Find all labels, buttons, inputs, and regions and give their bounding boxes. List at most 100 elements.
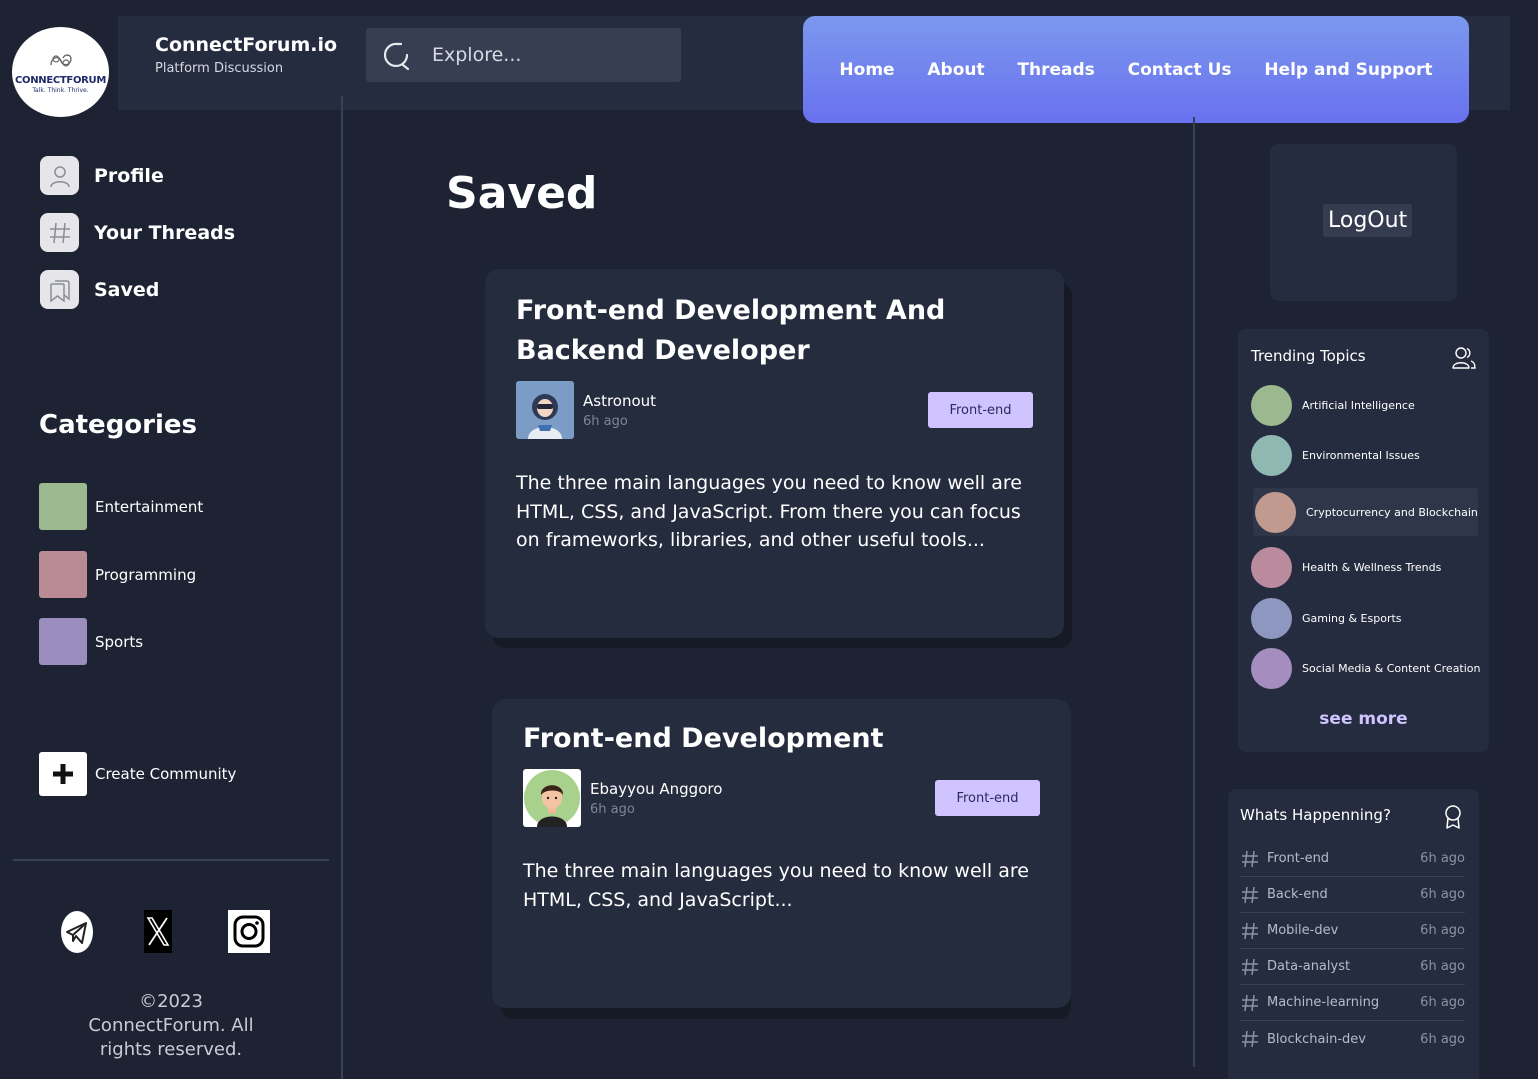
users-icon <box>1452 347 1476 369</box>
topic-avatar <box>1251 385 1292 426</box>
category-swatch <box>39 483 87 530</box>
happening-time: 6h ago <box>1420 1031 1465 1047</box>
happening-item[interactable]: Front-end 6h ago <box>1240 841 1465 877</box>
telegram-icon[interactable] <box>60 910 94 958</box>
hash-icon <box>1242 1030 1258 1048</box>
topic-item[interactable]: Environmental Issues <box>1251 435 1476 476</box>
topic-item[interactable]: Social Media & Content Creation <box>1251 648 1481 689</box>
topic-label: Social Media & Content Creation <box>1302 662 1481 675</box>
category-label: Entertainment <box>95 497 204 516</box>
brand-name[interactable]: ConnectForum.io <box>155 34 337 56</box>
happening-item[interactable]: Mobile-dev 6h ago <box>1240 913 1465 949</box>
nav-home[interactable]: Home <box>839 60 894 80</box>
hash-icon <box>1242 994 1258 1011</box>
topic-item[interactable]: Cryptocurrency and Blockchain <box>1253 488 1478 536</box>
category-swatch <box>39 618 87 665</box>
nav-threads[interactable]: Threads <box>1017 60 1094 80</box>
category-label: Sports <box>95 632 144 651</box>
happening-label: Data-analyst <box>1267 959 1351 974</box>
sidebar-item-profile[interactable]: Profile <box>40 156 164 195</box>
happening-time: 6h ago <box>1420 923 1465 938</box>
right-divider <box>1193 117 1195 1067</box>
topic-label: Cryptocurrency and Blockchain <box>1306 505 1478 519</box>
post-time: 6h ago <box>590 801 635 817</box>
logout-button[interactable]: LogOut <box>1323 204 1413 237</box>
sidebar-item-label: Profile <box>94 164 164 187</box>
hash-icon <box>1242 850 1258 867</box>
copyright: ©2023 ConnectForum. All rights reserved. <box>88 991 254 1060</box>
sidebar-item-label: Saved <box>94 278 160 301</box>
topic-item[interactable]: Artificial Intelligence <box>1251 385 1476 426</box>
logo-name: CONNECTFORUM <box>14 74 107 86</box>
bookmark-icon <box>40 270 79 309</box>
happening-label: Front-end <box>1267 851 1330 866</box>
happening-item[interactable]: Back-end 6h ago <box>1240 877 1465 913</box>
topic-label: Gaming & Esports <box>1302 612 1402 625</box>
happening-label: Back-end <box>1267 887 1328 902</box>
happening-label: Blockchain-dev <box>1267 1031 1366 1047</box>
sidebar-divider <box>13 859 329 861</box>
nav-contact-us[interactable]: Contact Us <box>1128 60 1232 80</box>
avatar[interactable] <box>523 769 581 827</box>
topic-item[interactable]: Health & Wellness Trends <box>1251 547 1476 588</box>
hash-icon <box>1242 958 1258 975</box>
main-nav: Home About Threads Contact Us Help and S… <box>803 16 1469 123</box>
logo-tagline: Talk. Think. Thrive. <box>32 86 89 94</box>
tag-badge[interactable]: Front-end <box>928 392 1033 428</box>
saved-post-card[interactable]: Front-end Development Ebayyou Anggoro 6h… <box>492 699 1071 1008</box>
author-name[interactable]: Astronout <box>583 392 656 410</box>
whats-happening-panel: Whats Happenning? Front-end 6h ago Back-… <box>1228 789 1479 1079</box>
post-excerpt: The three main languages you need to kno… <box>516 472 1022 551</box>
category-programming[interactable]: Programming <box>39 551 196 598</box>
topic-label: Health & Wellness Trends <box>1302 561 1442 574</box>
post-time: 6h ago <box>583 413 628 429</box>
categories-title: Categories <box>39 410 198 440</box>
hash-icon <box>1242 886 1258 903</box>
sidebar-item-your-threads[interactable]: Your Threads <box>40 213 235 252</box>
create-community-button[interactable]: Create Community <box>39 752 236 796</box>
nav-about[interactable]: About <box>927 60 984 80</box>
category-swatch <box>39 551 87 598</box>
nav-help-and-support[interactable]: Help and Support <box>1264 60 1432 80</box>
topic-avatar <box>1251 435 1292 476</box>
happening-time: 6h ago <box>1420 887 1465 902</box>
hash-icon <box>40 213 79 252</box>
post-title[interactable]: Front-end Development <box>523 719 1040 759</box>
happening-title: Whats Happenning? <box>1240 806 1391 824</box>
author-name[interactable]: Ebayyou Anggoro <box>590 780 722 798</box>
topic-avatar <box>1255 491 1296 533</box>
create-community-label: Create Community <box>95 765 237 783</box>
avatar[interactable] <box>516 381 574 439</box>
x-icon[interactable] <box>144 910 172 957</box>
tag-badge[interactable]: Front-end <box>935 780 1040 816</box>
happening-item[interactable]: Blockchain-dev 6h ago <box>1240 1021 1465 1057</box>
award-icon <box>1445 805 1461 829</box>
page: CONNECTFORUM Talk. Think. Thrive. Connec… <box>0 0 1538 1079</box>
topic-item[interactable]: Gaming & Esports <box>1251 598 1476 639</box>
logo[interactable]: CONNECTFORUM Talk. Think. Thrive. <box>12 27 109 117</box>
category-label: Programming <box>95 565 197 584</box>
search-bar[interactable] <box>366 28 681 82</box>
saved-post-card[interactable]: Front-end Development And Backend Develo… <box>485 269 1064 638</box>
logo-mark-icon <box>49 53 72 67</box>
happening-item[interactable]: Machine-learning 6h ago <box>1240 985 1465 1021</box>
post-title[interactable]: Front-end Development And Backend Develo… <box>516 291 1033 371</box>
happening-time: 6h ago <box>1420 995 1465 1010</box>
category-entertainment[interactable]: Entertainment <box>39 483 203 530</box>
search-icon <box>383 42 410 71</box>
topic-label: Artificial Intelligence <box>1302 399 1415 412</box>
topic-avatar <box>1251 598 1292 639</box>
post-author-row: Ebayyou Anggoro 6h ago Front-end <box>523 769 1040 827</box>
sidebar-item-saved[interactable]: Saved <box>40 270 159 309</box>
left-divider <box>341 96 343 1079</box>
topic-label: Environmental Issues <box>1302 449 1420 462</box>
instagram-icon[interactable] <box>228 910 270 957</box>
happening-label: Machine-learning <box>1267 995 1380 1010</box>
page-title: Saved <box>446 168 598 219</box>
hash-icon <box>1242 922 1258 939</box>
post-excerpt: The three main languages you need to kno… <box>523 860 1029 911</box>
category-sports[interactable]: Sports <box>39 618 143 665</box>
search-input[interactable] <box>430 43 670 67</box>
see-more-link[interactable]: see more <box>1238 709 1489 729</box>
happening-item[interactable]: Data-analyst 6h ago <box>1240 949 1465 985</box>
